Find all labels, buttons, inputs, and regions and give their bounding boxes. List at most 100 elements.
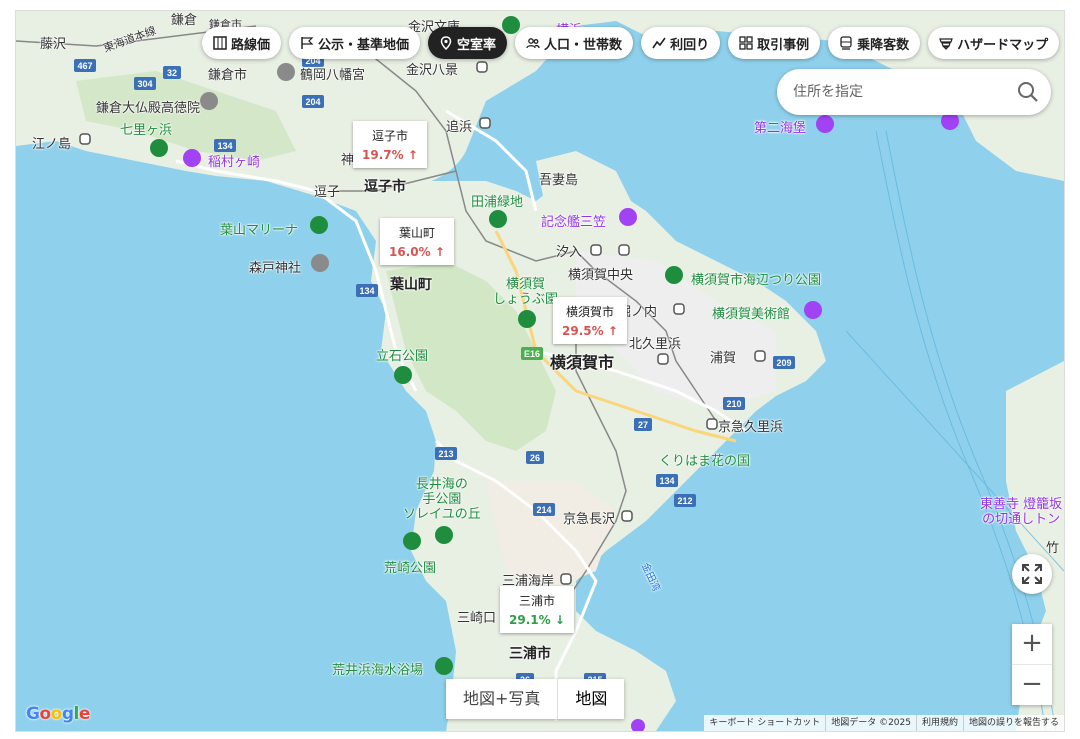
layer-toolbar: 路線価 公示・基準地価 空室率 人口・世帯数 利回り 取引事例 乗降客数 ハザー… <box>202 27 1060 59</box>
building-icon <box>739 36 753 50</box>
attraction-icon <box>183 149 201 167</box>
shrine-icon <box>277 63 295 81</box>
vacancy-label-hayama[interactable]: 葉山町 16.0% ↑ <box>380 218 454 265</box>
place-arai-beach: 荒井浜海水浴場 <box>332 663 424 678</box>
layer-button-koji[interactable]: 公示・基準地価 <box>289 27 421 59</box>
place-inamuragasaki: 稲村ヶ崎 <box>208 155 261 170</box>
place-taura: 田浦緑地 <box>471 195 524 210</box>
place-shiomi: 汐入 <box>556 245 583 260</box>
layer-button-vacancy[interactable]: 空室率 <box>428 27 508 59</box>
place-zushi-city: 逗子市 <box>364 179 406 195</box>
zoom-in-button[interactable]: + <box>1012 624 1052 664</box>
layer-button-trades[interactable]: 取引事例 <box>728 27 821 59</box>
flag-icon <box>301 37 314 49</box>
train-icon <box>840 36 852 50</box>
vacancy-label-rate: 29.1% ↓ <box>509 613 565 627</box>
place-kamakura-city: 鎌倉市 <box>208 68 248 83</box>
grid-icon <box>213 36 227 50</box>
keyboard-shortcuts-link[interactable]: キーボード ショートカット <box>704 715 825 731</box>
map-data-credit: 地図データ ©2025 <box>825 715 916 731</box>
layer-label: 利回り <box>670 37 710 53</box>
place-yokosuka-museum: 横須賀美術館 <box>712 307 791 322</box>
place-arasaki: 荒崎公園 <box>384 561 437 576</box>
map-frame[interactable]: 467 304 32 204 204 134 134 E16 209 210 2… <box>15 10 1065 732</box>
place-keikyu-nagasawa: 京急長沢 <box>563 512 616 527</box>
place-futtsu: 竹 <box>1046 541 1060 556</box>
vacancy-label-yokosuka[interactable]: 横須賀市 29.5% ↑ <box>553 297 627 344</box>
place-tsurugaoka: 鶴岡八幡宮 <box>300 68 366 83</box>
vacancy-label-rate: 19.7% ↑ <box>362 148 418 162</box>
vacancy-label-zushi[interactable]: 逗子市 19.7% ↑ <box>353 121 427 168</box>
terms-link[interactable]: 利用規約 <box>915 715 963 731</box>
map-type-toggle: 地図+写真 地図 <box>446 679 625 719</box>
vacancy-label-miura[interactable]: 三浦市 29.1% ↓ <box>500 586 574 633</box>
vacancy-label-rate: 29.5% ↑ <box>562 324 618 338</box>
layer-button-rosen[interactable]: 路線価 <box>202 27 282 59</box>
search-icon[interactable] <box>1017 81 1039 103</box>
svg-text:134: 134 <box>217 141 232 151</box>
svg-text:213: 213 <box>438 449 453 459</box>
svg-text:467: 467 <box>77 61 92 71</box>
layer-button-population[interactable]: 人口・世帯数 <box>515 27 634 59</box>
layer-button-yield[interactable]: 利回り <box>641 27 721 59</box>
map-type-roadmap[interactable]: 地図 <box>557 679 624 719</box>
svg-text:204: 204 <box>305 97 320 107</box>
vacancy-label-rate: 16.0% ↑ <box>389 245 445 259</box>
layer-label: 空室率 <box>457 37 497 53</box>
museum-icon <box>804 301 822 319</box>
temple-icon <box>200 92 218 110</box>
museum-icon <box>619 208 637 226</box>
place-hayama-marina: 葉山マリーナ <box>220 223 299 238</box>
place-keikyu-kurihama: 京急久里浜 <box>718 420 784 435</box>
place-miura-city: 三浦市 <box>509 646 551 662</box>
place-tateishi: 立石公園 <box>376 349 429 364</box>
layer-label: 公示・基準地価 <box>318 37 410 53</box>
park-icon <box>489 210 507 228</box>
place-hayama: 葉山町 <box>390 277 432 293</box>
beach-icon <box>435 657 453 675</box>
place-yokosuka-city: 横須賀市 <box>550 353 615 372</box>
svg-text:304: 304 <box>137 79 152 89</box>
vacancy-label-name: 三浦市 <box>518 594 555 608</box>
people-icon <box>526 38 540 49</box>
layer-button-passengers[interactable]: 乗降客数 <box>828 27 921 59</box>
park-icon <box>403 532 421 550</box>
svg-text:26: 26 <box>530 453 540 463</box>
svg-text:214: 214 <box>536 505 551 515</box>
svg-text:210: 210 <box>726 399 741 409</box>
vacancy-label-name: 葉山町 <box>398 226 435 240</box>
layer-label: ハザードマップ <box>957 37 1049 53</box>
place-nagai: 長井海の 手公園 ソレイユの丘 <box>403 477 481 522</box>
shrine-icon <box>311 254 329 272</box>
address-search-input[interactable] <box>791 83 1005 101</box>
vacancy-label-name: 逗子市 <box>371 129 408 143</box>
address-search <box>777 69 1051 115</box>
map-attribution: キーボード ショートカット 地図データ ©2025 利用規約 地図の誤りを報告す… <box>704 715 1064 731</box>
flower-park-icon <box>518 310 536 328</box>
park-icon <box>394 366 412 384</box>
google-logo[interactable]: Google <box>26 704 90 724</box>
place-misakiguchi: 三崎口 <box>457 611 497 626</box>
layer-button-hazard[interactable]: ハザードマップ <box>928 27 1060 59</box>
place-daibutsu: 鎌倉大仏殿高徳院 <box>96 101 201 116</box>
zoom-out-button[interactable]: − <box>1012 664 1052 705</box>
svg-text:212: 212 <box>677 496 692 506</box>
place-fujisawa: 藤沢 <box>40 37 67 52</box>
layer-label: 乗降客数 <box>857 37 910 53</box>
shield-icon <box>939 38 953 50</box>
place-shichirigahama: 七里ヶ浜 <box>120 123 173 138</box>
place-oppama: 追浜 <box>446 120 473 135</box>
svg-text:E16: E16 <box>524 349 540 359</box>
svg-text:134: 134 <box>659 476 674 486</box>
trend-icon <box>652 37 666 49</box>
vacancy-label-name: 横須賀市 <box>565 305 614 319</box>
map-type-satellite[interactable]: 地図+写真 <box>446 679 557 719</box>
fullscreen-button[interactable] <box>1012 554 1052 594</box>
marina-icon <box>310 216 328 234</box>
place-daini-kaiho: 第二海堡 <box>754 121 807 136</box>
place-kamakura: 鎌倉 <box>171 13 198 28</box>
place-uraga: 浦賀 <box>710 351 737 366</box>
pin-icon <box>440 36 452 50</box>
place-kanazawa-hakkei: 金沢八景 <box>406 63 459 78</box>
report-error-link[interactable]: 地図の誤りを報告する <box>962 715 1064 731</box>
